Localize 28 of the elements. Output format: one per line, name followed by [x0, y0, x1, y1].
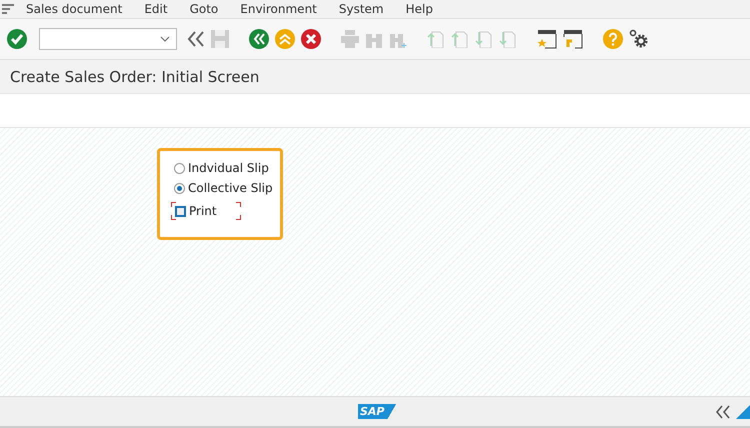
menu-icon[interactable]: [2, 4, 14, 14]
check-icon[interactable]: [7, 29, 27, 49]
caret-icon[interactable]: [160, 36, 170, 42]
command-field[interactable]: [39, 28, 177, 50]
checkbox[interactable]: [175, 206, 186, 216]
help-icon[interactable]: [603, 29, 623, 49]
radio-button[interactable]: [174, 162, 185, 174]
double-chevron-icon[interactable]: [716, 404, 730, 418]
cancel-icon[interactable]: [301, 29, 321, 49]
corner-triangle-icon[interactable]: [736, 404, 750, 418]
menu-item[interactable]: Goto: [190, 2, 218, 16]
menu-item[interactable]: Sales document: [26, 2, 122, 16]
radio-button[interactable]: [174, 182, 185, 194]
settings-icon[interactable]: [629, 29, 649, 49]
screen-title: Create Sales Order: Initial Screen: [10, 68, 260, 86]
window-star-icon[interactable]: [537, 29, 557, 49]
menu-item[interactable]: Edit: [144, 2, 168, 16]
logo: SAP: [358, 404, 396, 419]
menu-item[interactable]: Help: [406, 2, 433, 16]
back-icon[interactable]: [249, 29, 269, 49]
option-label: Collective Slip: [188, 181, 273, 195]
menu-item[interactable]: System: [338, 2, 384, 16]
double-chevron-icon[interactable]: [187, 31, 205, 47]
option-label: Indvidual Slip: [188, 161, 269, 175]
option-label: Print: [189, 204, 217, 218]
window-arrow-icon[interactable]: [563, 29, 583, 49]
menu-item[interactable]: Environment: [240, 2, 317, 16]
up-icon[interactable]: [275, 29, 295, 49]
